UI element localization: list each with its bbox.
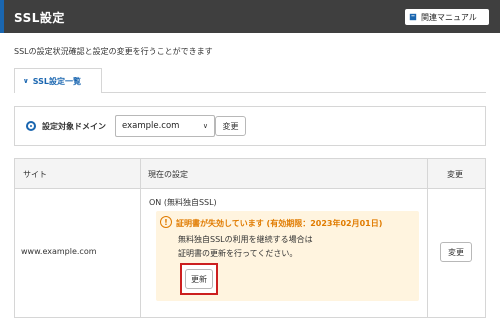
exclamation-icon: !	[160, 216, 172, 228]
book-icon	[409, 13, 417, 21]
column-divider	[140, 159, 141, 317]
domain-selector-panel: 設定対象ドメイン example.com ∨ 変更	[14, 106, 486, 146]
domain-selector-label: 設定対象ドメイン	[42, 122, 106, 131]
ssl-status-text: ON (無料独自SSL)	[149, 198, 217, 207]
radio-selected-dot	[30, 125, 32, 127]
page-header: SSL設定 関連マニュアル	[0, 0, 500, 33]
row-change-button[interactable]: 変更	[440, 242, 472, 262]
alert-title: 証明書が失効しています (有効期限：2023年02月01日)	[176, 219, 383, 228]
domain-select-value: example.com	[122, 121, 180, 131]
domain-radio-button[interactable]	[26, 121, 36, 131]
renew-button[interactable]: 更新	[185, 269, 213, 289]
domain-change-button[interactable]: 変更	[215, 116, 246, 136]
tab-ssl-list-label: SSL設定一覧	[32, 76, 81, 86]
chevron-down-icon: ∨	[23, 77, 29, 85]
tab-active-gap	[15, 91, 101, 93]
alert-message-line2: 証明書の更新を行ってください。	[178, 249, 298, 258]
domain-select[interactable]: example.com ∨	[115, 115, 215, 137]
header-site: サイト	[23, 170, 47, 179]
header-change: 変更	[447, 170, 463, 179]
column-divider	[427, 159, 428, 317]
tab-ssl-list[interactable]: ∨ SSL設定一覧	[14, 68, 102, 93]
ssl-settings-table: サイト 現在の設定 変更 www.example.com ON (無料独自SSL…	[14, 158, 486, 318]
header-current-setting: 現在の設定	[148, 170, 188, 179]
related-manual-label: 関連マニュアル	[421, 12, 477, 22]
table-cell-site: www.example.com	[21, 247, 97, 256]
related-manual-button[interactable]: 関連マニュアル	[405, 9, 489, 25]
header-accent-bar	[0, 0, 4, 33]
renew-button-highlight: 更新	[180, 263, 218, 295]
table-header: サイト 現在の設定 変更	[15, 159, 485, 189]
alert-message-line1: 無料独自SSLの利用を継続する場合は	[178, 235, 313, 244]
page-title: SSL設定	[14, 11, 65, 25]
certificate-expired-alert: ! 証明書が失効しています (有効期限：2023年02月01日) 無料独自SSL…	[156, 211, 419, 301]
chevron-down-icon: ∨	[202, 122, 208, 130]
page-description: SSLの設定状況確認と設定の変更を行うことができます	[14, 47, 213, 56]
